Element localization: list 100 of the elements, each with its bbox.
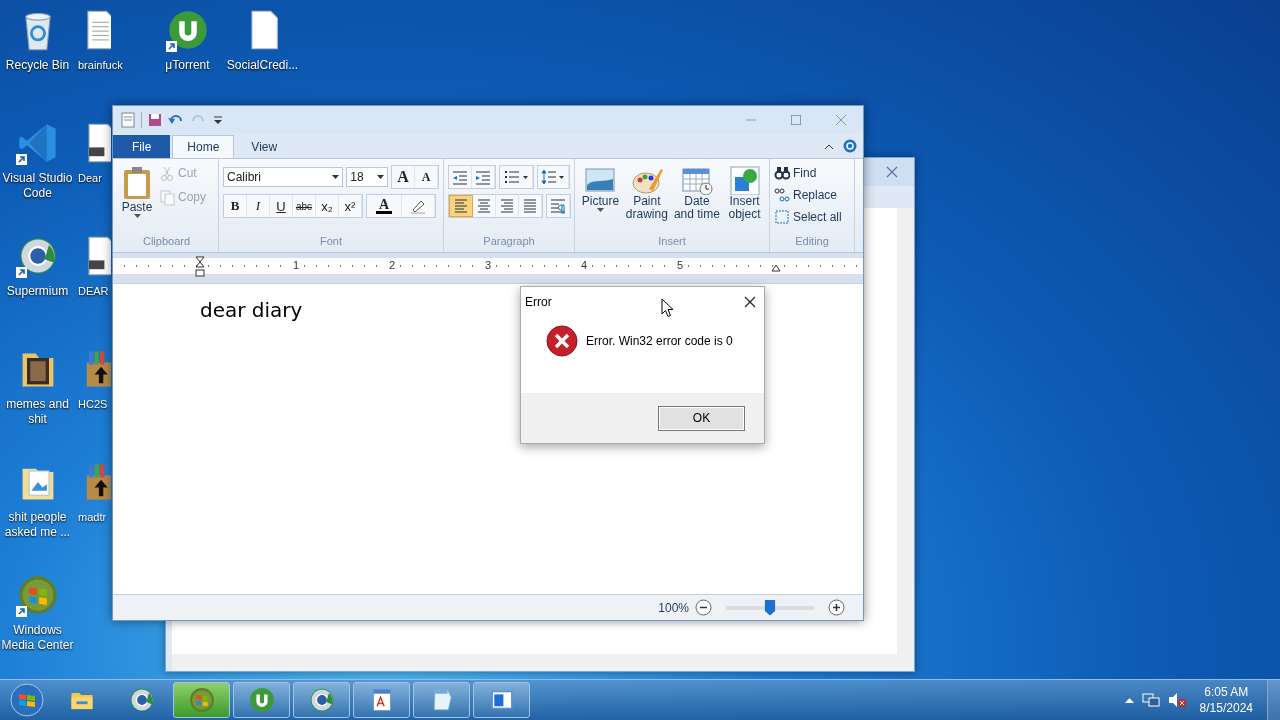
taskbar-button[interactable]: [233, 682, 290, 718]
ok-button[interactable]: OK: [658, 405, 745, 431]
font-size-field[interactable]: 18: [346, 167, 388, 187]
icon-label: brainfuck: [78, 58, 123, 73]
align-icon: [475, 196, 493, 216]
icon-label: Windows Media Center: [0, 623, 75, 653]
ribbon-tab[interactable]: Home: [172, 135, 235, 158]
copy-icon: [159, 188, 175, 206]
close-icon[interactable]: [744, 296, 756, 308]
taskbar-button[interactable]: [293, 682, 350, 718]
indent-icon: [474, 168, 492, 186]
ruler-number: 1: [290, 259, 302, 271]
insert-picture-button[interactable]: Picture: [579, 163, 622, 235]
indent-marker-icon: [195, 256, 205, 278]
windows-logo-icon: [10, 683, 44, 717]
replace-icon: [774, 187, 790, 203]
align-icon: [498, 196, 516, 216]
icon-label: HC2S: [78, 397, 108, 412]
right-indent-marker-icon: [771, 264, 781, 272]
line-spacing-icon: [540, 168, 566, 186]
caret-icon: [332, 174, 340, 180]
document-text: dear diary: [200, 298, 303, 322]
format-button[interactable]: x₂: [316, 195, 339, 217]
find-icon: [774, 165, 790, 181]
align-icon: [452, 196, 470, 216]
vertical-scrollbar[interactable]: [897, 208, 914, 654]
align-button[interactable]: [449, 195, 473, 217]
app-icon: [247, 686, 276, 714]
show-hidden-icons-icon: [1124, 697, 1134, 703]
icon-label: Dear: [78, 171, 102, 186]
network-icon: [1141, 692, 1160, 708]
zoom-level: 100%: [658, 600, 689, 615]
caret-icon: [133, 214, 141, 219]
font-family-field[interactable]: Calibri: [223, 167, 344, 187]
error-message: Error. Win32 error code is 0: [586, 334, 733, 348]
format-button[interactable]: B: [224, 195, 247, 217]
zoom-out-icon: [695, 599, 712, 616]
select-all-button[interactable]: Select all: [774, 207, 850, 227]
shrink-font-button[interactable]: A: [415, 166, 438, 188]
taskbar-button[interactable]: [353, 682, 410, 718]
line-spacing-button[interactable]: [538, 166, 569, 188]
picture-icon: [584, 165, 617, 195]
icon-label: SocialCredi...: [225, 58, 300, 73]
zoom-in-icon: [828, 599, 845, 616]
icon-label: madtr: [78, 510, 107, 525]
ribbon-tab[interactable]: View: [236, 135, 293, 158]
cursor-icon: [661, 298, 674, 318]
taskbar-button[interactable]: [413, 682, 470, 718]
format-button[interactable]: x²: [339, 195, 362, 217]
scissors-icon: [159, 164, 175, 182]
ruler-number: 4: [578, 259, 590, 271]
font-color-button[interactable]: A: [367, 195, 402, 217]
outdent-icon: [451, 168, 469, 186]
icon-label: memes and shit: [5, 397, 70, 427]
format-button[interactable]: abc: [293, 195, 316, 217]
clock-date: 8/15/2024: [1199, 700, 1253, 716]
insert-object-button[interactable]: Insert object: [724, 163, 765, 235]
group-label: Editing: [794, 235, 830, 249]
clipboard-icon: [121, 165, 153, 201]
select-all-icon: [774, 209, 790, 225]
paste-button[interactable]: Paste: [119, 163, 155, 235]
desktop-icon[interactable]: [165, 8, 210, 52]
grow-font-button[interactable]: A: [392, 166, 415, 188]
error-icon: [546, 325, 578, 357]
group-label: Paragraph: [482, 235, 536, 249]
insert-paint-button[interactable]: Paint drawing: [623, 163, 670, 235]
document-icon: [121, 112, 135, 128]
replace-button[interactable]: Replace: [774, 185, 850, 205]
taskbar-button[interactable]: [173, 682, 230, 718]
icon-label: DEAR: [78, 284, 109, 299]
desktop-icon[interactable]: [15, 573, 60, 617]
ruler-number: 2: [386, 259, 398, 271]
icon-label: Supermium: [5, 284, 70, 299]
dropdown-icon: [212, 114, 224, 126]
insert-calendar-button[interactable]: Date and time: [671, 163, 723, 235]
group-label: Font: [319, 235, 343, 249]
ruler-number: 5: [674, 259, 686, 271]
format-button[interactable]: U: [270, 195, 293, 217]
calendar-icon: [680, 165, 713, 195]
paragraph-icon: [549, 197, 567, 215]
align-icon: [521, 196, 539, 216]
find-button[interactable]: Find: [774, 163, 850, 183]
clock-time: 6:05 AM: [1204, 684, 1249, 700]
slider-thumb[interactable]: [764, 599, 776, 616]
dialog-title: Error: [525, 295, 552, 309]
format-button[interactable]: I: [247, 195, 270, 217]
highlighter-icon: [410, 198, 426, 214]
icon-label: μTorrent: [164, 58, 211, 73]
icon-label: Visual Studio Code: [1, 171, 74, 201]
ribbon-tab[interactable]: File: [113, 135, 171, 158]
icon-label: shit people asked me ...: [3, 510, 72, 540]
close-icon: [836, 115, 846, 125]
volume-muted-icon: [1167, 692, 1186, 708]
app-icon: [187, 686, 216, 714]
help-icon: [843, 139, 857, 153]
group-label: Insert: [657, 235, 687, 249]
taskbar-button[interactable]: [473, 682, 530, 718]
horizontal-scrollbar[interactable]: [172, 654, 914, 671]
save-icon: [148, 113, 162, 127]
caret-icon: [377, 174, 384, 180]
